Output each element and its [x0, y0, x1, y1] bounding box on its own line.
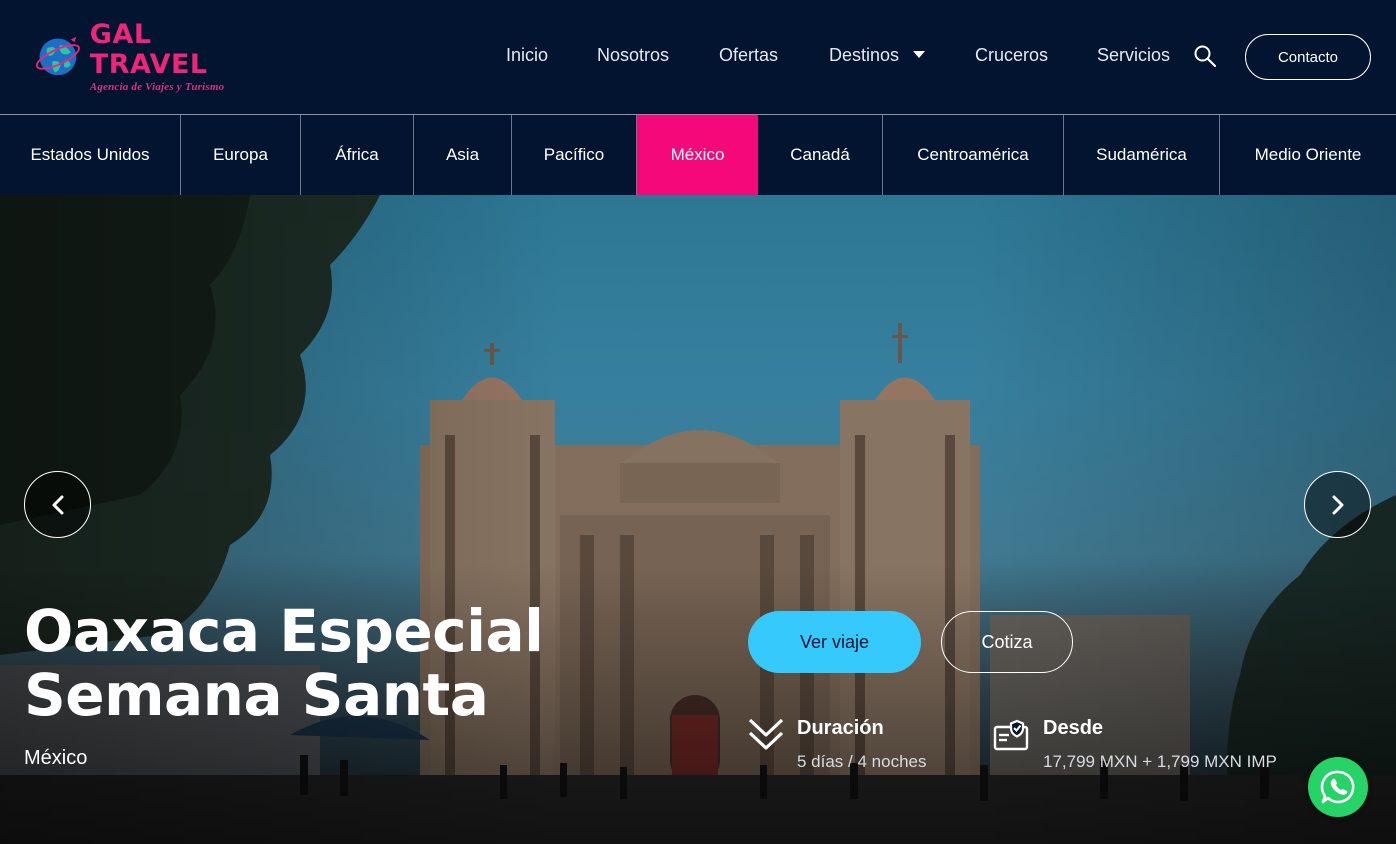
- nav-item-cruceros[interactable]: Cruceros: [975, 45, 1048, 66]
- category-asia[interactable]: Asia: [414, 115, 512, 195]
- slider-next-button[interactable]: [1304, 471, 1371, 538]
- category-mexico[interactable]: México: [637, 115, 758, 195]
- whatsapp-icon: [1320, 770, 1355, 804]
- price-tag-icon: [993, 719, 1029, 751]
- duration-value: 5 días / 4 noches: [797, 752, 927, 771]
- category-europa[interactable]: Europa: [181, 115, 301, 195]
- chevron-right-icon: [1332, 495, 1343, 514]
- category-centroamerica[interactable]: Centroamérica: [883, 115, 1064, 195]
- trip-country: México: [24, 747, 88, 769]
- category-africa[interactable]: África: [301, 115, 414, 195]
- nav-item-nosotros[interactable]: Nosotros: [597, 45, 669, 66]
- nav-item-destinos-label: Destinos: [829, 45, 900, 65]
- nav-item-ofertas[interactable]: Ofertas: [719, 45, 778, 66]
- quote-button[interactable]: Cotiza: [941, 611, 1073, 673]
- category-medio-oriente[interactable]: Medio Oriente: [1220, 115, 1396, 195]
- whatsapp-button[interactable]: [1308, 757, 1368, 817]
- caret-down-icon: [913, 50, 926, 58]
- site-header: GAL TRAVEL Agencia de Viajes y Turismo I…: [0, 0, 1396, 114]
- nav-item-destinos[interactable]: Destinos: [829, 45, 926, 66]
- slider-prev-button[interactable]: [24, 471, 91, 538]
- category-estados-unidos[interactable]: Estados Unidos: [0, 115, 181, 195]
- destination-category-bar: Estados Unidos Europa África Asia Pacífi…: [0, 114, 1396, 195]
- nav-item-servicios[interactable]: Servicios: [1097, 45, 1170, 66]
- search-icon[interactable]: [1193, 44, 1217, 68]
- category-sudamerica[interactable]: Sudamérica: [1064, 115, 1220, 195]
- price-label: Desde: [1043, 717, 1104, 739]
- main-nav: Inicio Nosotros Ofertas Destinos Crucero…: [0, 0, 1396, 114]
- category-pacifico[interactable]: Pacífico: [512, 115, 637, 195]
- price-value: 17,799 MXN + 1,799 MXN IMP: [1043, 752, 1277, 771]
- chevron-left-icon: [52, 495, 63, 514]
- contact-button[interactable]: Contacto: [1245, 34, 1371, 80]
- nav-item-inicio[interactable]: Inicio: [506, 45, 548, 66]
- trip-title: Oaxaca Especial Semana Santa: [24, 597, 544, 729]
- category-canada[interactable]: Canadá: [758, 115, 883, 195]
- hero-slider: Oaxaca Especial Semana Santa México Ver …: [0, 195, 1396, 844]
- chevrons-down-icon: [748, 718, 784, 750]
- duration-label: Duración: [797, 717, 884, 739]
- view-trip-button[interactable]: Ver viaje: [748, 611, 921, 673]
